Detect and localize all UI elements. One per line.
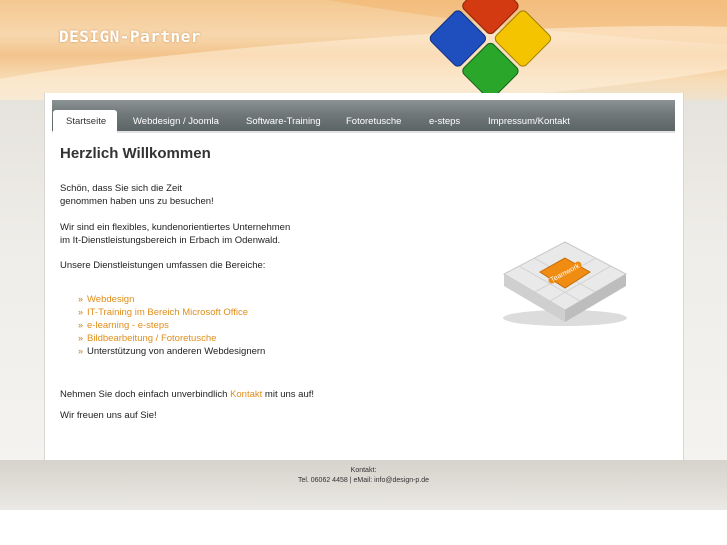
tab-startseite[interactable]: Startseite: [66, 116, 106, 127]
footer-label: Kontakt:: [350, 467, 377, 474]
list-item[interactable]: » Bildbearbeitung / Fotoretusche: [78, 332, 216, 345]
site-brand[interactable]: DESIGN-Partner: [59, 27, 201, 46]
list-item[interactable]: » e-learning - e-steps: [78, 319, 169, 332]
service-link-e-learning[interactable]: e-learning - e-steps: [87, 320, 169, 331]
contact-link[interactable]: Kontakt: [230, 389, 262, 400]
footer-contact-info: Tel. 06062 4458 | eMail: info@design-p.d…: [297, 477, 430, 484]
double-chevron-icon: »: [78, 307, 84, 317]
tab-e-steps[interactable]: e-steps: [429, 116, 460, 127]
double-chevron-icon: »: [78, 333, 84, 343]
service-link-bildbearbeitung[interactable]: Bildbearbeitung / Fotoretusche: [87, 333, 216, 344]
list-item[interactable]: » Webdesign: [78, 293, 134, 306]
double-chevron-icon: »: [78, 294, 84, 304]
double-chevron-icon: »: [78, 320, 84, 330]
service-text-unterstuetzung: Unterstützung von anderen Webdesignern: [87, 346, 266, 357]
contact-sentence-pre: Nehmen Sie doch einfach unverbindlich: [60, 389, 231, 400]
site-header: DESIGN-Partner: [0, 0, 727, 100]
tab-fotoretusche[interactable]: Fotoretusche: [346, 116, 401, 127]
services-intro: Unsere Dienstleistungen umfassen die Ber…: [60, 260, 266, 271]
tab-software-training[interactable]: Software-Training: [246, 116, 321, 127]
tab-webdesign-joomla[interactable]: Webdesign / Joomla: [133, 116, 219, 127]
contact-sentence: Nehmen Sie doch einfach unverbindlich Ko…: [60, 388, 314, 401]
intro-text-line-1: Schön, dass Sie sich die Zeit: [60, 183, 182, 194]
service-link-webdesign[interactable]: Webdesign: [87, 294, 134, 305]
service-link-it-training[interactable]: IT-Training im Bereich Microsoft Office: [87, 307, 248, 318]
contact-sentence-post: mit uns auf!: [262, 389, 315, 400]
tab-impressum-kontakt[interactable]: Impressum/Kontakt: [488, 116, 570, 127]
about-text-line-2: im It-Dienstleistungsbereich in Erbach i…: [60, 235, 281, 246]
page-title: Herzlich Willkommen: [60, 145, 211, 162]
double-chevron-icon: »: [78, 346, 84, 356]
teamwork-puzzle-image: Teamwork: [502, 241, 628, 326]
closing-text: Wir freuen uns auf Sie!: [60, 410, 157, 421]
intro-text-line-2: genommen haben uns zu besuchen!: [60, 196, 214, 207]
about-text-line-1: Wir sind ein flexibles, kundenorientiert…: [60, 222, 291, 233]
list-item[interactable]: » IT-Training im Bereich Microsoft Office: [78, 306, 248, 319]
list-item: » Unterstützung von anderen Webdesignern: [78, 345, 265, 358]
colored-squares-logo: [429, 0, 552, 100]
